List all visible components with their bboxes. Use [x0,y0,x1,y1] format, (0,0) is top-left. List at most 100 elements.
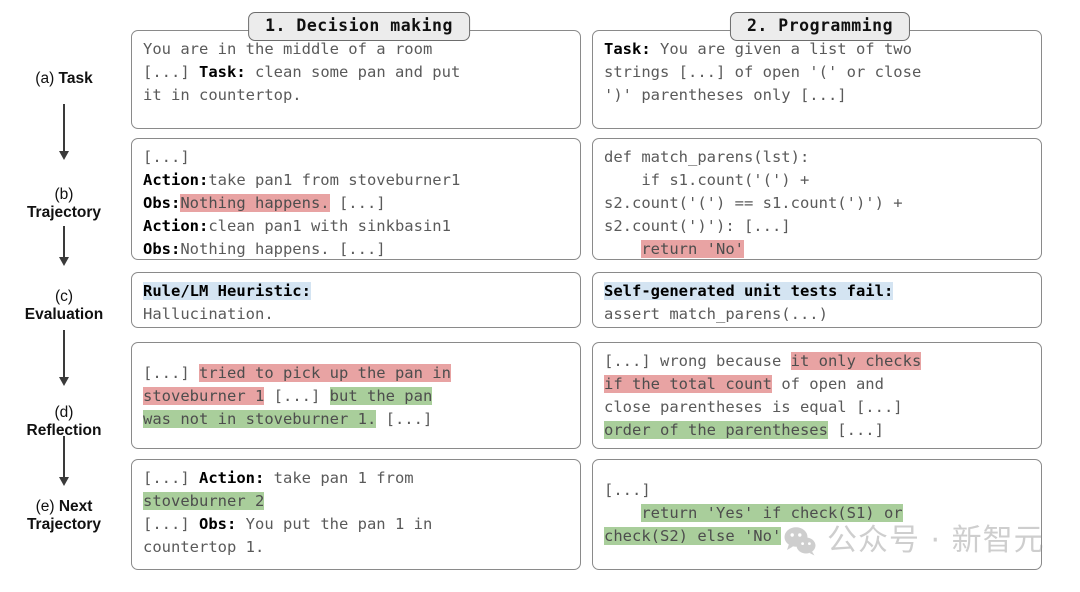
text-line: [...] wrong because it only checks [604,350,1032,373]
plain-text: s2.count(')'): [...] [604,217,791,235]
stage-name: Trajectory [26,204,102,221]
plain-text: take pan1 from stoveburner1 [208,171,461,189]
text-line: if the total count of open and [604,373,1032,396]
stage-rail: (a) Task (b) Trajectory (c) Evaluation (d) Ref… [0,0,128,592]
plain-text: [...] [143,63,199,81]
plain-text: countertop 1. [143,538,265,556]
plain-text: close parentheses is equal [...] [604,398,903,416]
highlight-red: if the total count [604,375,772,393]
plain-text: You put the pan 1 in [236,515,433,533]
plain-text: [...] [143,515,199,533]
text-line: strings [...] of open '(' or close [604,61,1032,84]
text-line: close parentheses is equal [...] [604,396,1032,419]
flow-arrow-1 [59,104,69,160]
plain-text: take pan 1 from [264,469,414,487]
stage-index: (e) [35,498,59,515]
plain-text: clean some pan and put [245,63,461,81]
plain-text: [...] [264,387,330,405]
flow-arrow-2 [59,226,69,266]
plain-text: of open and [771,375,884,393]
plain-text: [...] [376,410,433,428]
text-line: Action:clean pan1 with sinkbasin1 [143,217,451,235]
highlight-green: check(S2) else 'No' [604,527,782,545]
panel-title-2: 2. Programming [729,12,911,41]
trajectory-box-1: [...] Action:take pan1 from stoveburner1 O… [131,138,581,260]
task-box-1: You are in the middle of a room [...] Tas… [131,30,581,129]
stage-label-task: (a) Task [0,70,128,88]
text-line: was not in stoveburner 1. [...] [143,408,571,431]
column-programming: 2. Programming Task: You are given a lis… [592,0,1048,592]
plain-text: You are given a list of two [650,40,912,58]
text-line: Task: You are given a list of two [604,40,912,58]
trajectory-box-2: def match_parens(lst): if s1.count('(') … [592,138,1042,260]
text-line: stoveburner 1 [...] but the pan [143,385,571,408]
text-line: it in countertop. [143,84,571,107]
stage-label-reflection: (d) Reflection [0,404,128,440]
evaluation-box-2: Self-generated unit tests fail: assert ma… [592,272,1042,328]
highlight-blue: Rule/LM Heuristic: [143,282,311,300]
plain-text: strings [...] of open '(' or close [604,63,922,81]
text-line: [...] Task: clean some pan and put [143,63,461,81]
task-box-2: Task: You are given a list of two strings… [592,30,1042,129]
text-line: Self-generated unit tests fail: [604,280,1032,303]
plain-text: clean pan1 with sinkbasin1 [208,217,451,235]
text-line: def match_parens(lst): [604,146,1032,169]
stage-label-evaluation: (c) Evaluation [0,288,128,324]
text-line: stoveburner 2 [143,490,571,513]
reflection-box-1: [...] tried to pick up the pan in stovebu… [131,342,581,449]
text-line: return 'Yes' if check(S1) or [604,502,1032,525]
plain-text: [...] [143,469,199,487]
stage-name-line2: Trajectory [26,516,102,533]
stage-index: (c) [54,288,74,305]
plain-text: Nothing happens. [...] [180,240,386,258]
stage-name: Evaluation [24,306,104,323]
highlight-green: return 'Yes' if check(S1) or [641,504,903,522]
highlight-red: it only checks [790,352,922,370]
highlight-green: but the pan [329,387,433,405]
text-line: countertop 1. [143,536,571,559]
text-line: ')' parentheses only [...] [604,84,1032,107]
plain-text: [...] [604,481,651,499]
text-line: [...] [604,479,1032,502]
column-decision-making: 1. Decision making You are in the middle… [131,0,587,592]
text-line: Obs:Nothing happens. [...] [143,240,386,258]
text-line: check(S2) else 'No' [604,525,1032,548]
plain-text: def match_parens(lst): [604,148,810,166]
text-line: [...] Obs: You put the pan 1 in [143,515,433,533]
highlight-red: Nothing happens. [180,194,330,212]
plain-text: Hallucination. [143,305,274,323]
flow-arrow-4 [59,436,69,486]
plain-text: [...] wrong because [604,352,791,370]
highlight-green: stoveburner 2 [143,492,265,510]
plain-text: [...] [329,194,386,212]
highlight-red: tried to pick up the pan in [199,364,451,382]
text-line: assert match_parens(...) [604,303,1032,326]
highlight-red: return 'No' [641,240,744,258]
text-line: Hallucination. [143,303,571,326]
stage-name: Next [58,498,93,515]
stage-label-next: (e) Next Trajectory [0,498,128,534]
text-line: You are in the middle of a room [143,38,571,61]
highlight-green: order of the parentheses [604,421,828,439]
text-line: return 'No' [604,238,1032,261]
stage-index: (a) [35,70,59,87]
plain-text [604,504,641,522]
highlight-red: stoveburner 1 [143,387,265,405]
plain-text [604,240,641,258]
plain-text: assert match_parens(...) [604,305,828,323]
plain-text: [...] [143,364,199,382]
text-line: Rule/LM Heuristic: [143,280,571,303]
next-trajectory-box-2: [...] return 'Yes' if check(S1) or check(… [592,459,1042,570]
panel-title-1: 1. Decision making [248,12,470,41]
stage-label-trajectory: (b) Trajectory [0,186,128,222]
stage-index: (b) [54,186,74,203]
flow-arrow-3 [59,330,69,386]
reflection-box-2: [...] wrong because it only checks if the… [592,342,1042,449]
next-trajectory-box-1: [...] Action: take pan 1 from stoveburner… [131,459,581,570]
plain-text: You are in the middle of a room [143,40,433,58]
stage-index: (d) [54,404,74,421]
stage-name: Task [58,70,93,87]
text-line: Obs:Nothing happens. [...] [143,194,386,212]
